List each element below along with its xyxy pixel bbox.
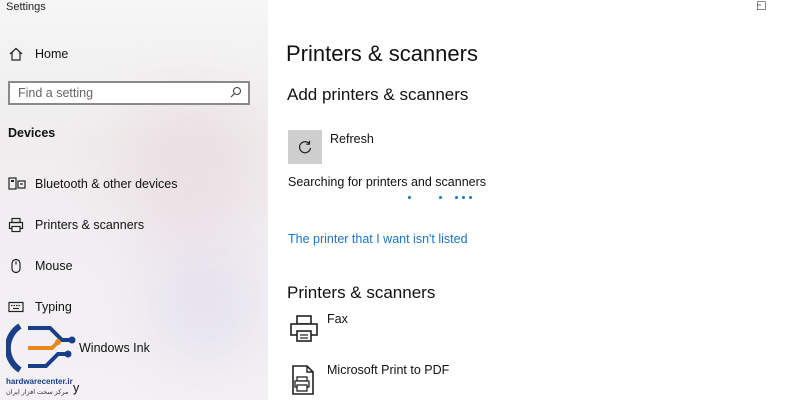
sidebar-item-home[interactable]: Home [8,46,68,62]
printers-section-title: Printers & scanners [287,283,436,302]
watermark-logo: hardwarecenter.ir مرکز سخت افزار ایران [4,320,88,400]
refresh-label[interactable]: Refresh [330,132,374,146]
home-icon [8,46,28,62]
sidebar-item-label: Printers & scanners [35,218,145,232]
watermark-tagline: مرکز سخت افزار ایران [6,389,69,396]
search-placeholder: Find a setting [18,86,94,100]
progress-dot [408,196,411,199]
sidebar-item-label: Mouse [35,259,73,273]
fax-printer-icon [290,315,318,342]
sidebar-acrylic-blur [150,250,260,360]
circuit-logo-icon [4,323,76,373]
progress-dot [462,196,465,199]
device-item-fax[interactable]: Fax [288,312,348,345]
sidebar-item-typing[interactable]: Typing [8,299,72,315]
mouse-icon [8,258,28,274]
add-section-title: Add printers & scanners [287,85,469,104]
sidebar-item-label: Bluetooth & other devices [35,177,178,191]
device-item-pdf[interactable]: Microsoft Print to PDF [288,363,450,396]
sidebar: Settings Home Find a setting Devices Blu… [0,0,268,400]
printer-not-listed-link[interactable]: The printer that I want isn't listed [288,232,468,246]
sidebar-section-title: Devices [8,126,56,140]
device-label: Fax [327,312,348,326]
progress-dot [455,196,458,199]
search-input[interactable]: Find a setting [8,81,250,105]
refresh-button[interactable] [288,130,322,164]
sidebar-item-label: Home [35,47,69,61]
keyboard-icon [8,299,28,315]
device-label: Microsoft Print to PDF [327,363,450,377]
progress-dots [408,196,478,202]
progress-dot [469,196,472,199]
page-title: Printers & scanners [286,41,478,66]
maximize-icon[interactable]: ☐ [756,0,767,13]
sidebar-item-bluetooth[interactable]: Bluetooth & other devices [8,176,177,192]
sidebar-item-printers[interactable]: Printers & scanners [8,217,144,233]
refresh-icon [298,140,312,154]
bluetooth-devices-icon [8,176,28,192]
search-icon[interactable] [230,86,242,101]
sidebar-item-mouse[interactable]: Mouse [8,258,73,274]
sidebar-item-label: Typing [35,300,72,314]
progress-dot [439,196,442,199]
pdf-printer-icon [292,365,314,395]
main-content: ☐ Printers & scanners Add printers & sca… [268,0,800,400]
watermark-brand: hardwarecenter.ir [6,377,73,386]
printer-icon [8,217,28,233]
searching-status: Searching for printers and scanners [288,175,487,189]
window-title: Settings [6,1,46,13]
sidebar-item-label: Windows Ink [79,341,150,355]
